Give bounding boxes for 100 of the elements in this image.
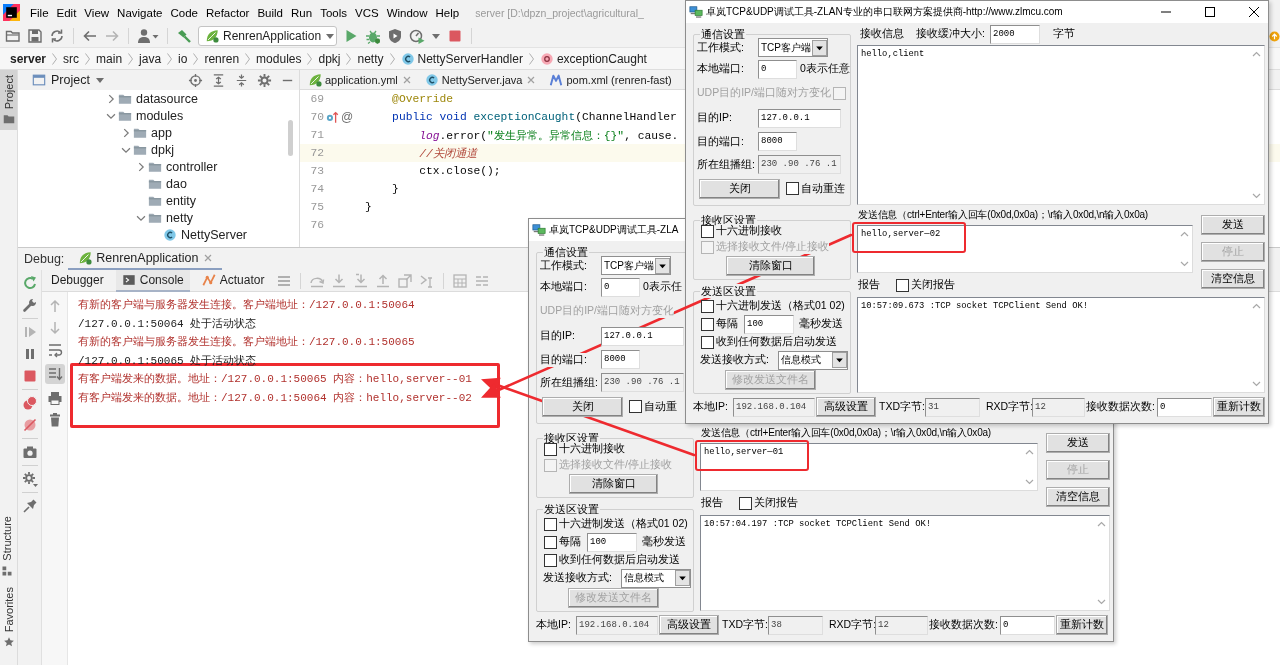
folder-icon[interactable]	[5, 28, 21, 44]
scroll-down-icon[interactable]	[1025, 479, 1034, 485]
menu-item[interactable]: Window	[386, 6, 428, 19]
report-text-area[interactable]: 10:57:09.673 :TCP socket TCPClient Send OK!	[857, 297, 1265, 393]
override-icon[interactable]	[326, 109, 340, 125]
maximize-icon[interactable]	[1205, 7, 1215, 17]
menu-item[interactable]: Build	[257, 6, 283, 19]
port-field[interactable]: 8000	[758, 132, 797, 151]
settings-icon[interactable]	[21, 471, 38, 487]
scroll-down-icon[interactable]	[1252, 381, 1261, 387]
buffer-size-field[interactable]: 2000	[990, 24, 1040, 44]
scroll-up-icon[interactable]	[1252, 303, 1261, 309]
gauge-icon[interactable]	[409, 28, 425, 44]
close-button[interactable]: 关闭	[699, 178, 780, 199]
checkbox[interactable]	[786, 182, 799, 195]
scroll-down-icon[interactable]	[1180, 261, 1189, 267]
back-arrow-icon[interactable]	[82, 28, 98, 44]
view-selector[interactable]: Project	[32, 73, 105, 87]
hammer-icon[interactable]	[176, 28, 192, 44]
pin-icon[interactable]	[21, 498, 38, 514]
interval-field[interactable]: 100	[587, 532, 637, 552]
scroll-up-icon[interactable]	[1252, 51, 1261, 57]
port-field[interactable]: 8000	[601, 350, 640, 369]
debug-tab[interactable]: Actuator	[195, 269, 271, 292]
side-tab[interactable]: Favorites	[0, 581, 17, 653]
sync-icon[interactable]	[49, 28, 65, 44]
side-tab[interactable]: Structure	[1, 511, 13, 582]
checkbox[interactable]	[544, 553, 557, 567]
reset-count-button[interactable]: 重新计数	[1213, 397, 1265, 417]
checkbox[interactable]	[544, 517, 557, 531]
checkbox[interactable]	[896, 278, 909, 292]
checkbox[interactable]	[544, 535, 557, 549]
shield-icon[interactable]	[387, 28, 403, 44]
menu-item[interactable]: Refactor	[205, 6, 250, 19]
menu-item[interactable]: Tools	[320, 6, 347, 19]
breadcrumb-item[interactable]: netty	[357, 51, 384, 66]
breadcrumb-item[interactable]: NettyServerHandler	[400, 51, 523, 66]
user-dropdown-icon[interactable]	[137, 28, 159, 44]
send-text-area[interactable]: hello,server—02	[857, 225, 1193, 273]
local-port-field[interactable]: 0	[601, 277, 640, 297]
tree-item[interactable]: netty	[148, 210, 194, 225]
breadcrumb-item[interactable]: src	[63, 51, 80, 66]
checkbox[interactable]	[544, 442, 557, 456]
breadcrumb-item[interactable]: renren	[204, 51, 240, 66]
scroll-up-icon[interactable]	[1097, 521, 1106, 527]
send-mode-dropdown[interactable]: 信息模式	[620, 568, 691, 588]
editor-tab[interactable]: application.yml	[300, 70, 417, 90]
crosshair-icon[interactable]	[188, 72, 203, 88]
breadcrumb-item[interactable]: java	[139, 51, 162, 66]
stop-icon[interactable]	[447, 28, 463, 44]
menu-item[interactable]: Run	[291, 6, 313, 19]
send-text-area[interactable]: hello,server—01	[700, 443, 1038, 491]
camera-icon[interactable]	[21, 444, 38, 460]
checkbox[interactable]	[701, 299, 714, 313]
checkbox[interactable]	[739, 496, 752, 510]
run-configuration-dropdown[interactable]: RenrenApplication	[198, 26, 337, 46]
breadcrumb-item[interactable]: server	[10, 51, 47, 66]
wrench-icon[interactable]	[21, 297, 38, 313]
breadcrumb-item[interactable]: exceptionCaught	[539, 51, 647, 66]
reset-count-button[interactable]: 重新计数	[1056, 615, 1108, 635]
menu-item[interactable]: VCS	[355, 6, 379, 19]
report-text-area[interactable]: 10:57:04.197 :TCP socket TCPClient Send OK!	[700, 515, 1110, 611]
menu-item[interactable]: Code	[170, 6, 198, 19]
debug-tab[interactable]: Debugger	[45, 269, 110, 292]
receive-text-area[interactable]: hello,client	[857, 45, 1265, 205]
debug-tab[interactable]: Console	[115, 269, 190, 292]
tree-item[interactable]: datasource	[118, 91, 198, 106]
ip-address-field[interactable]: 127.0.0.1	[758, 108, 841, 128]
rerun-icon[interactable]	[21, 275, 38, 291]
checkbox[interactable]	[701, 317, 714, 331]
readout-field[interactable]: 0	[1000, 615, 1055, 635]
caret-icon[interactable]	[431, 31, 441, 41]
checkbox[interactable]	[701, 335, 714, 349]
annotation-marker[interactable]: @	[341, 110, 354, 124]
menu-item[interactable]: File	[30, 6, 49, 19]
settings-icon[interactable]	[257, 72, 272, 88]
tree-item[interactable]: controller	[148, 159, 218, 174]
soft-wrap-icon[interactable]	[46, 342, 63, 358]
scroll-up-icon[interactable]	[1180, 231, 1189, 237]
menu-item[interactable]: View	[84, 6, 110, 19]
menu-item[interactable]: Navigate	[117, 6, 163, 19]
tree-item[interactable]: entity	[148, 193, 196, 208]
menu-item[interactable]: Help	[435, 6, 460, 19]
interval-field[interactable]: 100	[744, 314, 794, 334]
send-button[interactable]: 发送	[1201, 215, 1265, 235]
save-icon[interactable]	[27, 28, 43, 44]
clear-window-button[interactable]: 清除窗口	[726, 256, 815, 276]
clear-info-button[interactable]: 清空信息	[1046, 487, 1110, 507]
work-mode-dropdown[interactable]: TCP客户端	[758, 38, 828, 57]
bug-icon[interactable]	[365, 28, 381, 44]
work-mode-dropdown[interactable]: TCP客户端	[601, 256, 671, 275]
scrollbar[interactable]	[288, 120, 293, 156]
checkbox[interactable]	[701, 224, 714, 238]
local-port-field[interactable]: 0	[758, 59, 797, 79]
update-icon[interactable]	[1269, 30, 1280, 42]
clear-window-button[interactable]: 清除窗口	[569, 474, 658, 494]
readout-field[interactable]: 0	[1157, 397, 1212, 417]
menu-item[interactable]: Edit	[56, 6, 77, 19]
scroll-to-end-icon[interactable]	[44, 364, 65, 384]
send-button[interactable]: 发送	[1046, 433, 1110, 453]
